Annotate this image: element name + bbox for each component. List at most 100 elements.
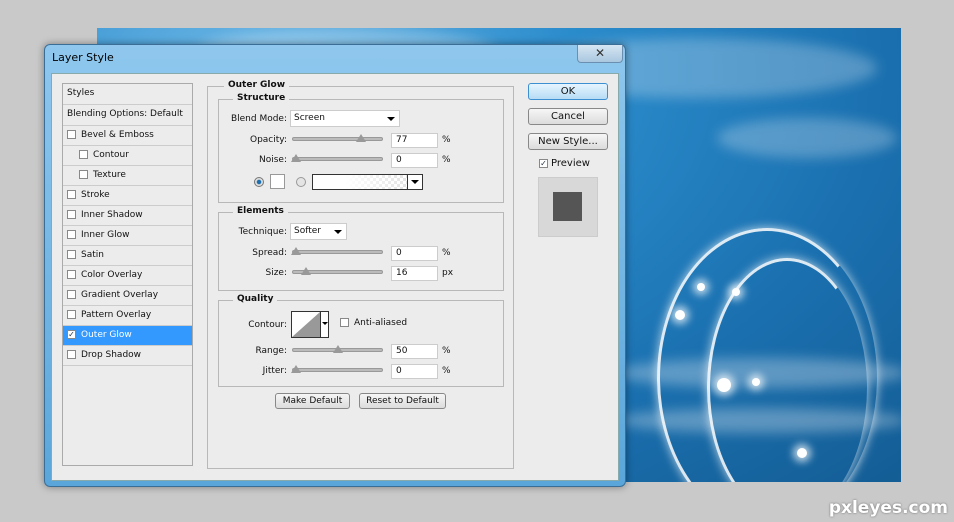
preview-checkbox[interactable]: ✓ Preview bbox=[539, 158, 590, 169]
checkbox-box[interactable] bbox=[340, 318, 349, 327]
jitter-slider-thumb[interactable] bbox=[291, 365, 301, 373]
range-unit: % bbox=[442, 346, 451, 356]
style-item-bevel-emboss[interactable]: Bevel & Emboss bbox=[63, 126, 192, 146]
glow-color-swatch[interactable] bbox=[270, 174, 285, 189]
checkbox-icon[interactable] bbox=[67, 270, 76, 279]
solid-color-radio[interactable] bbox=[254, 177, 264, 187]
contour-label: Contour: bbox=[248, 320, 287, 330]
style-item-label: Texture bbox=[93, 170, 126, 180]
jitter-unit: % bbox=[442, 366, 451, 376]
spread-unit: % bbox=[442, 248, 451, 258]
checkbox-icon[interactable] bbox=[79, 150, 88, 159]
checkbox-icon[interactable] bbox=[67, 290, 76, 299]
gradient-dropdown-button[interactable] bbox=[407, 175, 422, 189]
size-slider[interactable] bbox=[292, 267, 383, 275]
jitter-input[interactable]: 0 bbox=[391, 364, 438, 379]
preview-swatch bbox=[553, 192, 582, 221]
style-item-stroke[interactable]: Stroke bbox=[63, 186, 192, 206]
reset-to-default-button[interactable]: Reset to Default bbox=[359, 393, 446, 409]
chevron-down-icon bbox=[387, 117, 395, 121]
checkbox-checked-icon[interactable]: ✓ bbox=[67, 330, 76, 339]
blend-mode-value: Screen bbox=[294, 113, 325, 123]
spread-input[interactable]: 0 bbox=[391, 246, 438, 261]
noise-label: Noise: bbox=[259, 155, 287, 165]
style-item-outer-glow[interactable]: ✓ Outer Glow bbox=[63, 326, 192, 346]
anti-aliased-checkbox[interactable]: Anti-aliased bbox=[340, 318, 407, 328]
opacity-slider[interactable] bbox=[292, 134, 383, 142]
checkbox-icon[interactable] bbox=[67, 190, 76, 199]
range-input[interactable]: 50 bbox=[391, 344, 438, 359]
anti-aliased-label: Anti-aliased bbox=[354, 318, 408, 328]
checkbox-icon[interactable] bbox=[67, 350, 76, 359]
style-item-label: Inner Shadow bbox=[81, 210, 143, 220]
opacity-unit: % bbox=[442, 135, 451, 145]
checkbox-checked-icon[interactable]: ✓ bbox=[539, 158, 548, 168]
style-item-label: Color Overlay bbox=[81, 270, 143, 280]
style-item-pattern-overlay[interactable]: Pattern Overlay bbox=[63, 306, 192, 326]
size-label: Size: bbox=[265, 268, 287, 278]
linear-contour-icon bbox=[292, 312, 320, 337]
checkbox-icon[interactable] bbox=[67, 230, 76, 239]
checkbox-icon[interactable] bbox=[67, 210, 76, 219]
opacity-slider-thumb[interactable] bbox=[355, 134, 366, 142]
noise-slider-thumb[interactable] bbox=[291, 154, 301, 162]
blending-options[interactable]: Blending Options: Default bbox=[63, 105, 192, 126]
contour-picker[interactable] bbox=[291, 311, 329, 338]
style-item-label: Contour bbox=[93, 150, 129, 160]
style-item-label: Inner Glow bbox=[81, 230, 130, 240]
style-item-label: Gradient Overlay bbox=[81, 290, 159, 300]
gradient-picker[interactable] bbox=[312, 174, 423, 190]
style-item-texture[interactable]: Texture bbox=[63, 166, 192, 186]
size-input[interactable]: 16 bbox=[391, 266, 438, 281]
style-item-contour[interactable]: Contour bbox=[63, 146, 192, 166]
style-item-inner-glow[interactable]: Inner Glow bbox=[63, 226, 192, 246]
style-item-label: Pattern Overlay bbox=[81, 310, 152, 320]
checkbox-icon[interactable] bbox=[67, 130, 76, 139]
chevron-down-icon bbox=[322, 322, 328, 325]
jitter-label: Jitter: bbox=[262, 366, 287, 376]
style-item-satin[interactable]: Satin bbox=[63, 246, 192, 266]
spread-slider-thumb[interactable] bbox=[291, 247, 301, 255]
quality-title: Quality bbox=[233, 294, 278, 304]
watermark: pxleyes.com bbox=[828, 498, 948, 518]
ok-button[interactable]: OK bbox=[528, 83, 608, 100]
elements-title: Elements bbox=[233, 206, 288, 216]
close-button[interactable]: ✕ bbox=[577, 45, 623, 63]
checkbox-icon[interactable] bbox=[67, 250, 76, 259]
new-style-button[interactable]: New Style... bbox=[528, 133, 608, 150]
styles-list: Styles Blending Options: Default Bevel &… bbox=[62, 83, 193, 466]
range-slider[interactable] bbox=[292, 345, 383, 353]
style-item-gradient-overlay[interactable]: Gradient Overlay bbox=[63, 286, 192, 306]
checkbox-icon[interactable] bbox=[67, 310, 76, 319]
styles-header[interactable]: Styles bbox=[63, 84, 192, 105]
chevron-down-icon bbox=[411, 180, 419, 184]
chevron-down-icon bbox=[334, 230, 342, 234]
spread-slider[interactable] bbox=[291, 247, 383, 255]
size-slider-thumb[interactable] bbox=[301, 267, 311, 275]
opacity-input[interactable]: 77 bbox=[391, 133, 438, 148]
style-preview bbox=[538, 177, 598, 237]
gradient-radio[interactable] bbox=[296, 177, 306, 187]
style-item-label: Drop Shadow bbox=[81, 350, 142, 360]
style-item-color-overlay[interactable]: Color Overlay bbox=[63, 266, 192, 286]
make-default-button[interactable]: Make Default bbox=[275, 393, 350, 409]
noise-slider[interactable] bbox=[291, 154, 383, 162]
technique-value: Softer bbox=[294, 226, 321, 236]
style-item-drop-shadow[interactable]: Drop Shadow bbox=[63, 346, 192, 366]
cancel-button[interactable]: Cancel bbox=[528, 108, 608, 125]
opacity-label: Opacity: bbox=[250, 135, 287, 145]
contour-dropdown-button[interactable] bbox=[320, 312, 328, 337]
style-item-inner-shadow[interactable]: Inner Shadow bbox=[63, 206, 192, 226]
jitter-slider[interactable] bbox=[291, 365, 383, 373]
outer-glow-title: Outer Glow bbox=[224, 80, 290, 90]
range-slider-thumb[interactable] bbox=[333, 345, 343, 353]
style-item-label: Outer Glow bbox=[81, 330, 132, 340]
spread-label: Spread: bbox=[252, 248, 287, 258]
blend-mode-select[interactable]: Screen bbox=[290, 110, 400, 127]
noise-input[interactable]: 0 bbox=[391, 153, 438, 168]
checkbox-icon[interactable] bbox=[79, 170, 88, 179]
technique-label: Technique: bbox=[238, 227, 287, 237]
blend-mode-label: Blend Mode: bbox=[230, 114, 287, 124]
technique-select[interactable]: Softer bbox=[290, 223, 347, 240]
noise-unit: % bbox=[442, 155, 451, 165]
